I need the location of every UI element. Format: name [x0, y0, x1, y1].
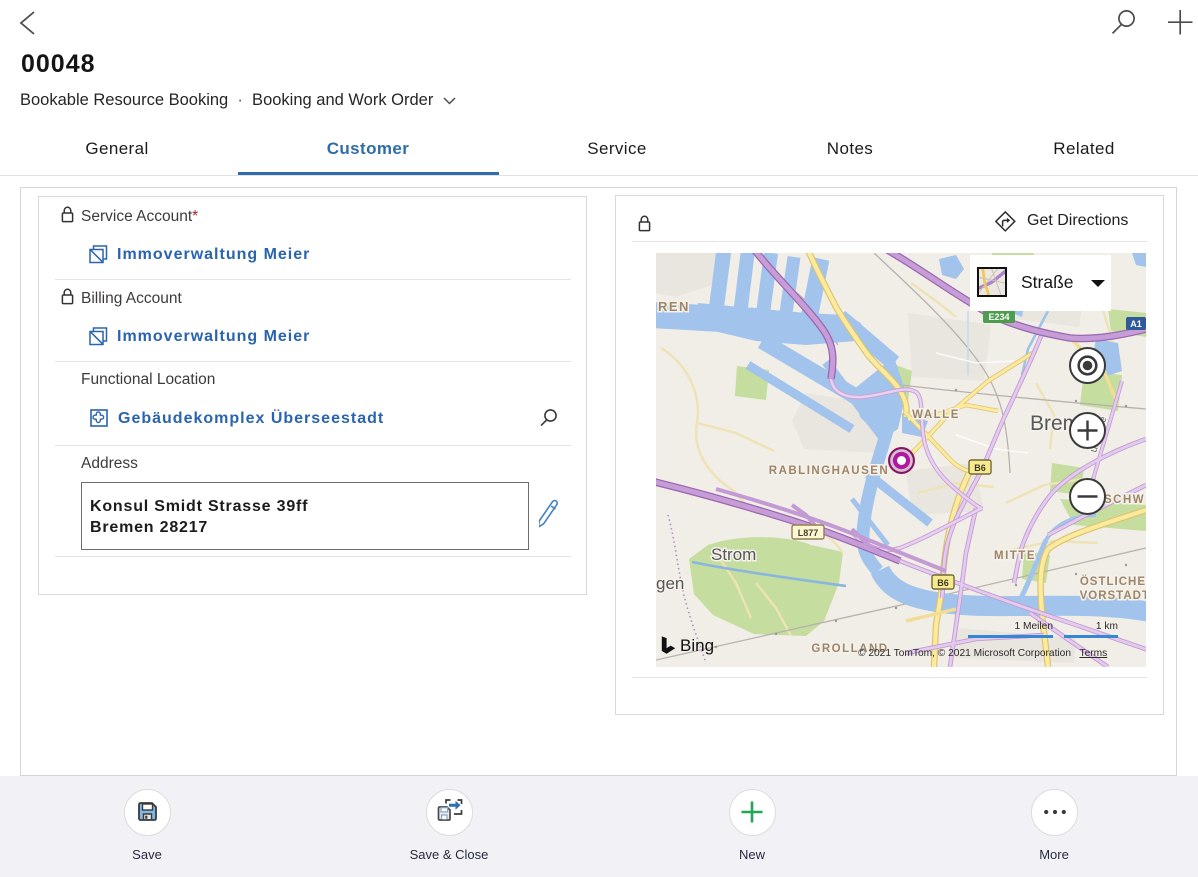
svg-text:B6: B6: [974, 463, 986, 473]
svg-text:VORSTADT: VORSTADT: [1080, 590, 1146, 602]
svg-text:L877: L877: [798, 528, 819, 538]
svg-text:B6: B6: [937, 578, 949, 588]
svg-text:REN: REN: [658, 299, 690, 314]
svg-text:gen: gen: [656, 574, 684, 593]
svg-text:SCHW: SCHW: [1104, 494, 1145, 506]
svg-text:RABLINGHAUSEN: RABLINGHAUSEN: [769, 465, 889, 477]
svg-text:A1: A1: [1130, 319, 1142, 329]
svg-text:Strom: Strom: [711, 545, 756, 564]
svg-text:ÖSTLICHE: ÖSTLICHE: [1080, 575, 1146, 588]
svg-text:MITTE: MITTE: [994, 550, 1036, 562]
svg-text:WALLE: WALLE: [912, 409, 960, 421]
svg-text:E234: E234: [988, 312, 1009, 322]
